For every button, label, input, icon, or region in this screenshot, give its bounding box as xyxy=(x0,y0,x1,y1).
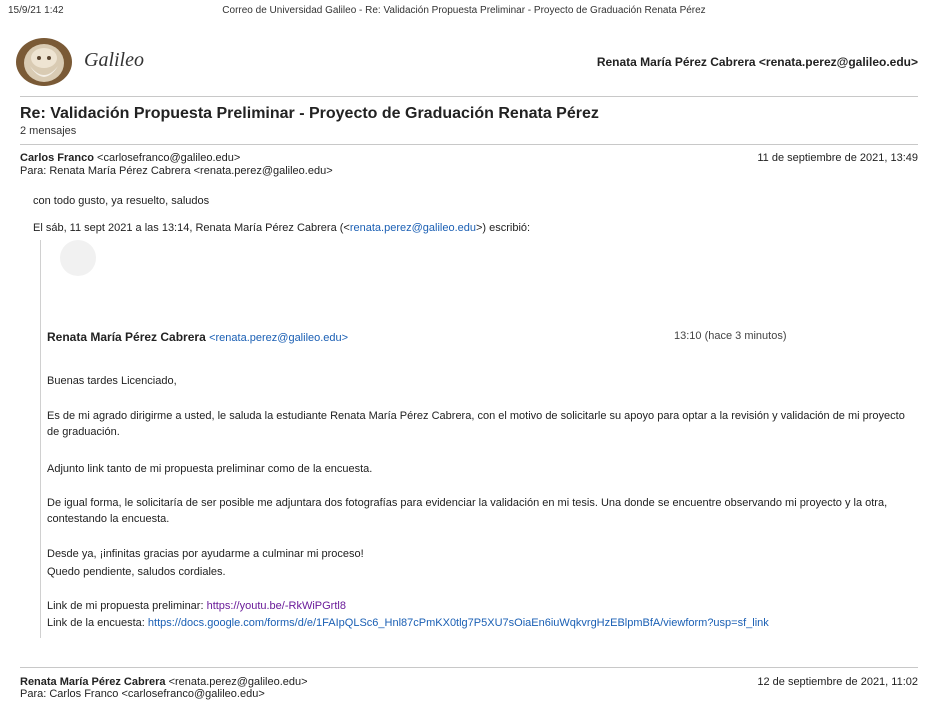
link-propuesta-row: Link de mi propuesta preliminar: https:/… xyxy=(47,598,346,614)
link-propuesta-url[interactable]: https://youtu.be/-RkWiPGrtl8 xyxy=(207,600,346,612)
header-divider xyxy=(20,96,918,97)
message2-sender-name: Renata María Pérez Cabrera xyxy=(20,676,166,688)
link-propuesta-label: Link de mi propuesta preliminar: xyxy=(47,600,207,612)
message2-to: Para: Carlos Franco <carlosefranco@galil… xyxy=(20,688,265,700)
quoted-sender-email[interactable]: <renata.perez@galileo.edu> xyxy=(209,332,348,344)
quoted-paragraph-4-line1: Desde ya, ¡infinitas gracias por ayudarm… xyxy=(47,548,364,560)
message1-body: con todo gusto, ya resuelto, saludos xyxy=(33,195,210,207)
quoted-greeting: Buenas tardes Licenciado, xyxy=(47,375,177,387)
quote-header-suffix: >) escribió: xyxy=(475,222,531,234)
thread-subject: Re: Validación Propuesta Preliminar - Pr… xyxy=(20,105,599,122)
message2-sender-email[interactable]: <renata.perez@galileo.edu> xyxy=(169,676,308,688)
print-page-title: Correo de Universidad Galileo - Re: Vali… xyxy=(222,5,706,16)
galileo-logo-mark: Galileo xyxy=(16,38,144,86)
logo-wordmark: Galileo xyxy=(84,49,144,71)
message1-to: Para: Renata María Pérez Cabrera <renata… xyxy=(20,165,333,177)
message1-sender-name: Carlos Franco xyxy=(20,152,94,164)
quote-header-prefix: El sáb, 11 sept 2021 a las 13:14, Renata… xyxy=(33,222,350,234)
quoted-paragraph-2: Adjunto link tanto de mi propuesta preli… xyxy=(47,463,373,475)
message-divider xyxy=(20,667,918,668)
quote-header: El sáb, 11 sept 2021 a las 13:14, Renata… xyxy=(33,222,530,234)
sender-avatar xyxy=(60,240,96,276)
subject-divider xyxy=(20,144,918,145)
link-encuesta-row: Link de la encuesta: https://docs.google… xyxy=(47,615,769,631)
message1-date: 11 de septiembre de 2021, 13:49 xyxy=(757,152,918,164)
message-count: 2 mensajes xyxy=(20,125,77,137)
quoted-sender: Renata María Pérez Cabrera <renata.perez… xyxy=(47,330,348,344)
message1-from: Carlos Franco <carlosefranco@galileo.edu… xyxy=(20,152,240,164)
link-encuesta-label: Link de la encuesta: xyxy=(47,617,148,629)
quoted-sender-name: Renata María Pérez Cabrera xyxy=(47,330,206,344)
message2-from: Renata María Pérez Cabrera <renata.perez… xyxy=(20,676,308,688)
quoted-paragraph-1: Es de mi agrado dirigirme a usted, le sa… xyxy=(47,410,905,438)
quote-header-email-link[interactable]: renata.perez@galileo.edu xyxy=(350,222,476,234)
message1-sender-email[interactable]: <carlosefranco@galileo.edu> xyxy=(97,152,240,164)
account-identity: Renata María Pérez Cabrera <renata.perez… xyxy=(596,55,918,69)
quoted-time: 13:10 (hace 3 minutos) xyxy=(674,330,787,342)
quoted-paragraph-3: De igual forma, le solicitaría de ser po… xyxy=(47,497,888,525)
message2-date: 12 de septiembre de 2021, 11:02 xyxy=(757,676,918,688)
quoted-paragraph-4-line2: Quedo pendiente, saludos cordiales. xyxy=(47,566,226,578)
link-encuesta-url[interactable]: https://docs.google.com/forms/d/e/1FAIpQ… xyxy=(148,617,769,629)
galileo-logo: Galileo xyxy=(16,36,146,88)
quote-bar xyxy=(40,240,41,638)
